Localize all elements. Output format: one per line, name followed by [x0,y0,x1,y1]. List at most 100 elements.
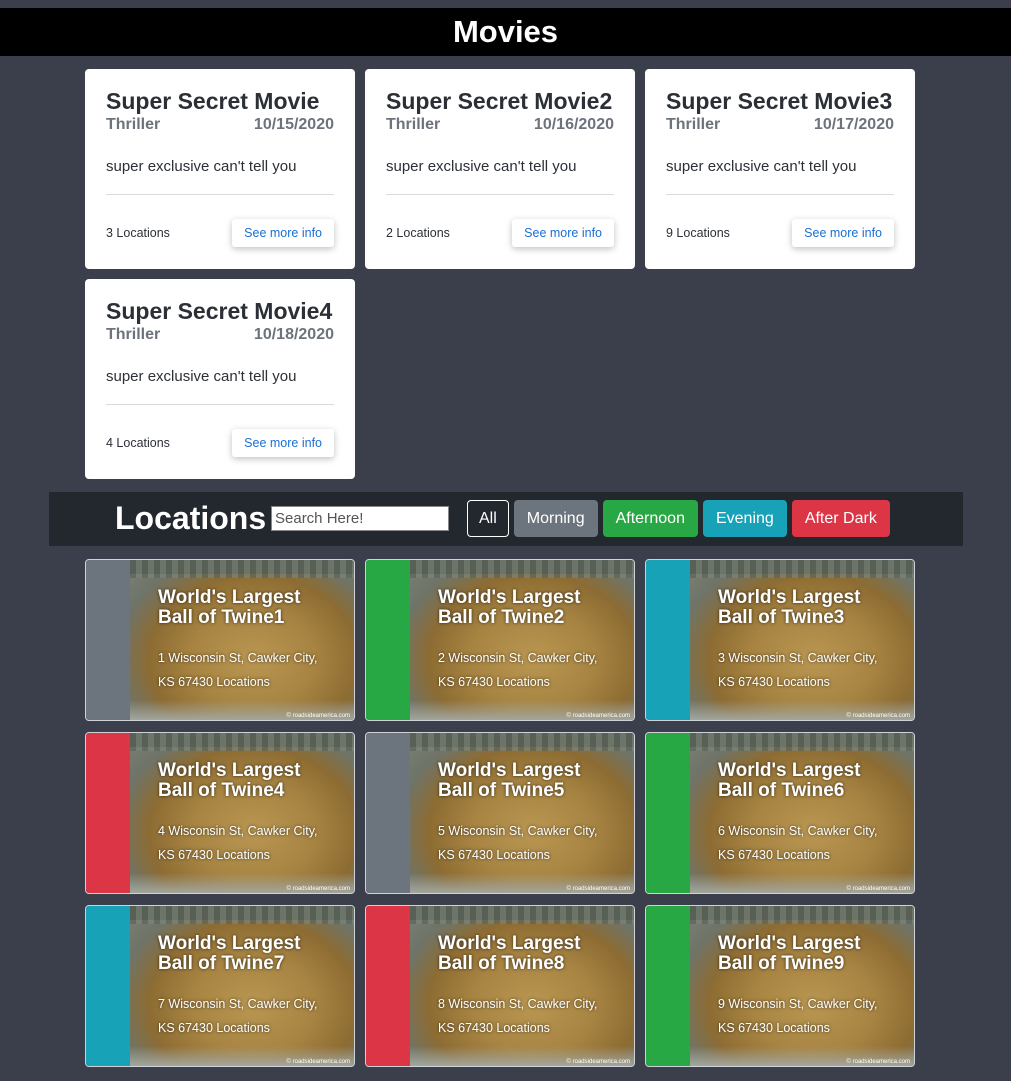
page-header: Movies [0,8,1011,56]
location-card[interactable]: World's Largest Ball of Twine8 8 Wisconsi… [365,905,635,1067]
location-name-line2: Ball of Twine1 [158,607,285,628]
movie-card: Super Secret Movie3 Thriller 10/17/2020 … [645,69,915,269]
location-card[interactable]: World's Largest Ball of Twine9 9 Wisconsi… [645,905,915,1067]
location-name: World's Largest Ball of Twine3 [718,588,906,628]
location-name-line2: Ball of Twine8 [438,953,565,974]
movie-genre: Thriller [386,116,441,133]
location-text: World's Largest Ball of Twine3 3 Wisconsi… [718,588,906,694]
location-card[interactable]: World's Largest Ball of Twine6 6 Wisconsi… [645,732,915,894]
location-address-line2: KS 67430 Locations [158,1021,270,1035]
movie-date: 10/18/2020 [253,326,334,343]
page-title: Movies [452,14,559,49]
photo-credit: © roadsideamerica.com [286,886,350,892]
movie-card: Super Secret Movie Thriller 10/15/2020 s… [85,69,355,269]
location-text: World's Largest Ball of Twine1 1 Wisconsi… [158,588,346,694]
photo-credit: © roadsideamerica.com [286,1059,350,1065]
time-of-day-stripe [646,906,690,1066]
location-address-line2: KS 67430 Locations [158,848,270,862]
top-strip [0,0,1011,8]
movie-genre: Thriller [666,116,721,133]
location-name: World's Largest Ball of Twine6 [718,761,906,801]
photo-credit: © roadsideamerica.com [566,1059,630,1065]
see-more-info-button[interactable]: See more info [792,219,894,247]
time-of-day-stripe [366,560,410,720]
location-text: World's Largest Ball of Twine6 6 Wisconsi… [718,761,906,867]
location-card[interactable]: World's Largest Ball of Twine4 4 Wisconsi… [85,732,355,894]
location-name-line2: Ball of Twine2 [438,607,565,628]
movie-meta: Thriller 10/15/2020 [106,116,334,134]
movie-title: Super Secret Movie4 [106,298,333,324]
movie-location-count: 4 Locations [106,436,170,450]
movie-divider [106,194,334,195]
movie-divider [106,404,334,405]
location-address-line2: KS 67430 Locations [158,675,270,689]
location-name-line1: World's Largest [718,760,861,781]
time-of-day-stripe [646,733,690,893]
search-input[interactable] [271,506,449,531]
time-filter-group: All Morning Afternoon Evening After Dark [467,500,890,537]
filter-afternoon-button[interactable]: Afternoon [602,500,698,537]
location-name-line1: World's Largest [158,587,301,608]
location-card[interactable]: World's Largest Ball of Twine7 7 Wisconsi… [85,905,355,1067]
location-card[interactable]: World's Largest Ball of Twine2 2 Wisconsi… [365,559,635,721]
time-of-day-stripe [366,906,410,1066]
photo-credit: © roadsideamerica.com [566,886,630,892]
location-grid: World's Largest Ball of Twine1 1 Wisconsi… [85,559,915,1067]
photo-credit: © roadsideamerica.com [566,713,630,719]
location-name: World's Largest Ball of Twine8 [438,934,626,974]
see-more-info-button[interactable]: See more info [232,429,334,457]
location-address: 1 Wisconsin St, Cawker City, KS 67430 Loc… [158,646,346,694]
movie-description: super exclusive can't tell you [386,158,577,175]
filter-all-button[interactable]: All [467,500,509,537]
location-address-line2: KS 67430 Locations [438,1021,550,1035]
time-of-day-stripe [86,906,130,1066]
location-address-line2: KS 67430 Locations [718,1021,830,1035]
location-address-line1: 1 Wisconsin St, Cawker City, [158,651,318,665]
location-card[interactable]: World's Largest Ball of Twine1 1 Wisconsi… [85,559,355,721]
location-name: World's Largest Ball of Twine5 [438,761,626,801]
location-address: 3 Wisconsin St, Cawker City, KS 67430 Loc… [718,646,906,694]
location-address-line2: KS 67430 Locations [718,675,830,689]
filter-evening-button[interactable]: Evening [702,500,787,537]
movie-date: 10/17/2020 [813,116,894,133]
location-name-line2: Ball of Twine4 [158,780,285,801]
location-name-line2: Ball of Twine6 [718,780,845,801]
time-of-day-stripe [646,560,690,720]
movie-footer: 3 Locations See more info [106,219,334,247]
movie-title: Super Secret Movie3 [666,88,893,114]
location-text: World's Largest Ball of Twine2 2 Wisconsi… [438,588,626,694]
movie-date: 10/16/2020 [533,116,614,133]
movie-date: 10/15/2020 [253,116,334,133]
location-text: World's Largest Ball of Twine9 9 Wisconsi… [718,934,906,1040]
location-name-line1: World's Largest [158,760,301,781]
filter-morning-button[interactable]: Morning [513,500,598,537]
see-more-info-button[interactable]: See more info [512,219,614,247]
location-card[interactable]: World's Largest Ball of Twine3 3 Wisconsi… [645,559,915,721]
movie-meta: Thriller 10/17/2020 [666,116,894,134]
see-more-info-button[interactable]: See more info [232,219,334,247]
location-name-line2: Ball of Twine5 [438,780,565,801]
location-name: World's Largest Ball of Twine1 [158,588,346,628]
location-name-line1: World's Largest [438,933,581,954]
movie-title: Super Secret Movie [106,88,320,114]
location-address: 6 Wisconsin St, Cawker City, KS 67430 Loc… [718,819,906,867]
location-name: World's Largest Ball of Twine7 [158,934,346,974]
location-address: 2 Wisconsin St, Cawker City, KS 67430 Loc… [438,646,626,694]
location-address: 7 Wisconsin St, Cawker City, KS 67430 Loc… [158,992,346,1040]
location-address-line1: 9 Wisconsin St, Cawker City, [718,997,878,1011]
location-address-line1: 4 Wisconsin St, Cawker City, [158,824,318,838]
time-of-day-stripe [86,733,130,893]
location-address-line2: KS 67430 Locations [438,848,550,862]
location-address-line1: 2 Wisconsin St, Cawker City, [438,651,598,665]
filter-after-dark-button[interactable]: After Dark [791,500,890,537]
movie-card: Super Secret Movie2 Thriller 10/16/2020 … [365,69,635,269]
location-card[interactable]: World's Largest Ball of Twine5 5 Wisconsi… [365,732,635,894]
location-text: World's Largest Ball of Twine7 7 Wisconsi… [158,934,346,1040]
movie-genre: Thriller [106,116,161,133]
location-name-line2: Ball of Twine9 [718,953,845,974]
location-name-line1: World's Largest [438,760,581,781]
location-address-line1: 8 Wisconsin St, Cawker City, [438,997,598,1011]
movie-divider [386,194,614,195]
location-address-line1: 5 Wisconsin St, Cawker City, [438,824,598,838]
location-address: 8 Wisconsin St, Cawker City, KS 67430 Loc… [438,992,626,1040]
